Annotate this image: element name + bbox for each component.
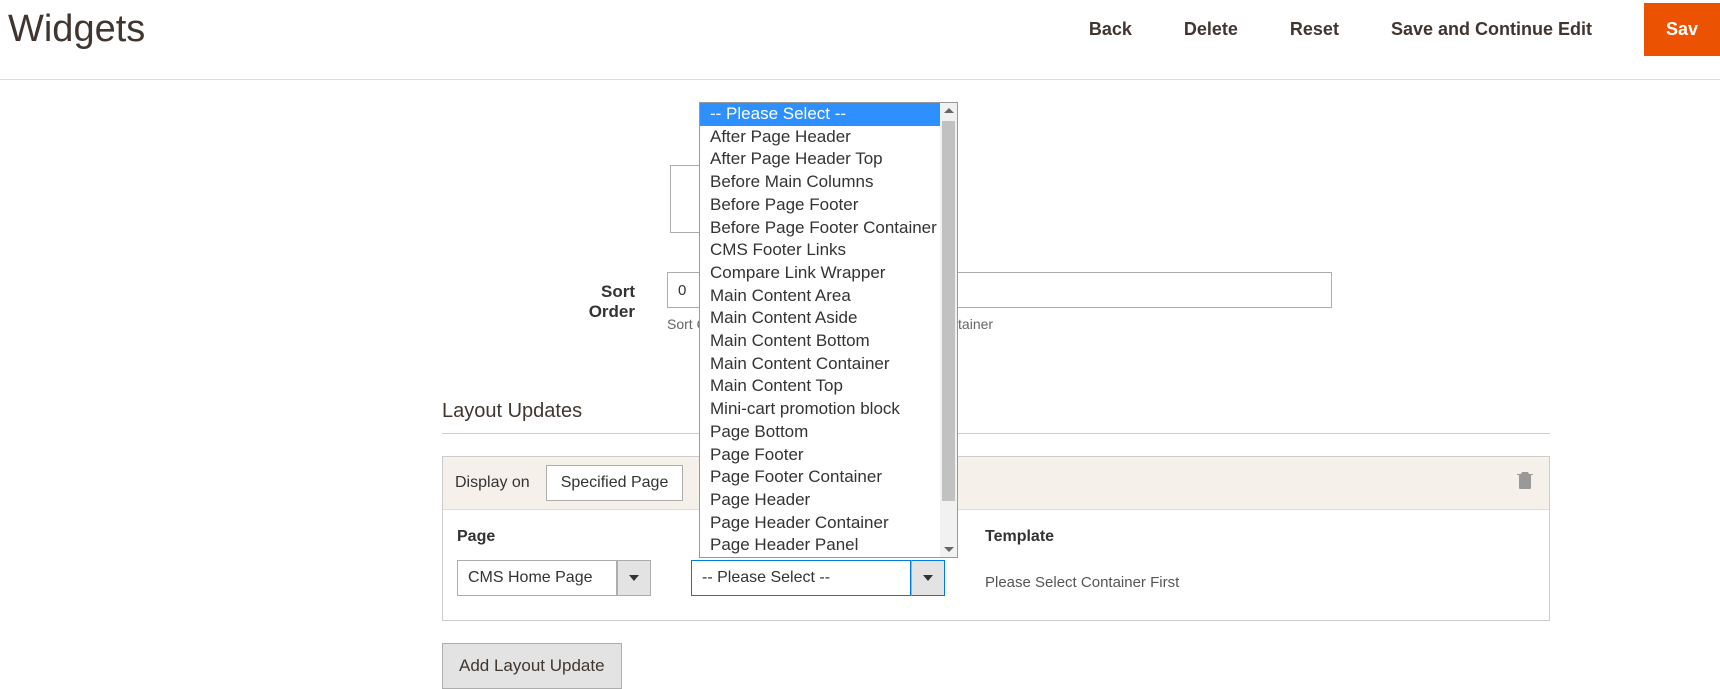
dropdown-option[interactable]: Page Bottom <box>700 421 942 444</box>
container-select-value: -- Please Select -- <box>691 560 911 596</box>
save-button[interactable]: Sav <box>1644 3 1720 56</box>
reset-button[interactable]: Reset <box>1290 19 1339 40</box>
page-title: Widgets <box>0 8 145 51</box>
display-on-label: Display on <box>455 474 530 492</box>
scroll-up-icon <box>944 108 954 113</box>
dropdown-option[interactable]: Page Header <box>700 489 942 512</box>
chevron-down-icon <box>911 560 945 596</box>
dropdown-option[interactable]: Main Content Aside <box>700 307 942 330</box>
save-continue-button[interactable]: Save and Continue Edit <box>1391 19 1592 40</box>
header-bar: Widgets Back Delete Reset Save and Conti… <box>0 0 1720 80</box>
dropdown-option[interactable]: Before Page Footer Container <box>700 217 942 240</box>
page-column: Page CMS Home Page <box>457 528 651 596</box>
page-select-value: CMS Home Page <box>457 560 617 596</box>
dropdown-option[interactable]: Mini-cart promotion block <box>700 398 942 421</box>
dropdown-option[interactable]: After Page Header <box>700 126 942 149</box>
back-button[interactable]: Back <box>1089 19 1132 40</box>
dropdown-option[interactable]: -- Please Select -- <box>700 103 942 126</box>
inner-fields: Page CMS Home Page -- Please Select -- T… <box>443 509 1549 620</box>
display-on-select[interactable]: Specified Page <box>546 465 684 501</box>
dropdown-option[interactable]: Main Content Top <box>700 375 942 398</box>
dropdown-option[interactable]: Page Footer <box>700 444 942 467</box>
scrollbar[interactable] <box>940 103 957 557</box>
scroll-down-icon <box>944 547 954 552</box>
header-actions: Back Delete Reset Save and Continue Edit… <box>1089 3 1720 56</box>
chevron-down-icon <box>617 560 651 596</box>
section-divider <box>442 433 1550 434</box>
template-column: Template Please Select Container First <box>985 528 1179 596</box>
page-label: Page <box>457 528 651 546</box>
dropdown-option[interactable]: Before Main Columns <box>700 171 942 194</box>
container-dropdown: -- Please Select --After Page HeaderAfte… <box>699 102 958 558</box>
add-layout-update-button[interactable]: Add Layout Update <box>442 643 622 689</box>
dropdown-option[interactable]: Compare Link Wrapper <box>700 262 942 285</box>
dropdown-option[interactable]: Main Content Container <box>700 353 942 376</box>
layout-updates-title: Layout Updates <box>442 400 582 433</box>
delete-button[interactable]: Delete <box>1184 19 1238 40</box>
trash-icon[interactable] <box>1517 471 1533 489</box>
container-select[interactable]: -- Please Select -- <box>691 560 945 596</box>
dropdown-option[interactable]: After Page Header Top <box>700 148 942 171</box>
sort-order-label: Sort Order <box>550 272 635 322</box>
layout-update-block: Display on Specified Page Page CMS Home … <box>442 456 1550 621</box>
dropdown-option[interactable]: Main Content Bottom <box>700 330 942 353</box>
template-hint: Please Select Container First <box>985 574 1179 591</box>
dropdown-option[interactable]: Page Header Panel <box>700 534 942 557</box>
dropdown-option[interactable]: CMS Footer Links <box>700 239 942 262</box>
display-on-bar: Display on Specified Page <box>443 457 1549 509</box>
template-label: Template <box>985 528 1179 546</box>
scrollbar-thumb[interactable] <box>942 121 955 501</box>
dropdown-option[interactable]: Page Footer Container <box>700 466 942 489</box>
dropdown-option[interactable]: Before Page Footer <box>700 194 942 217</box>
page-select[interactable]: CMS Home Page <box>457 560 651 596</box>
dropdown-option[interactable]: Main Content Area <box>700 285 942 308</box>
dropdown-option[interactable]: Page Header Container <box>700 512 942 535</box>
